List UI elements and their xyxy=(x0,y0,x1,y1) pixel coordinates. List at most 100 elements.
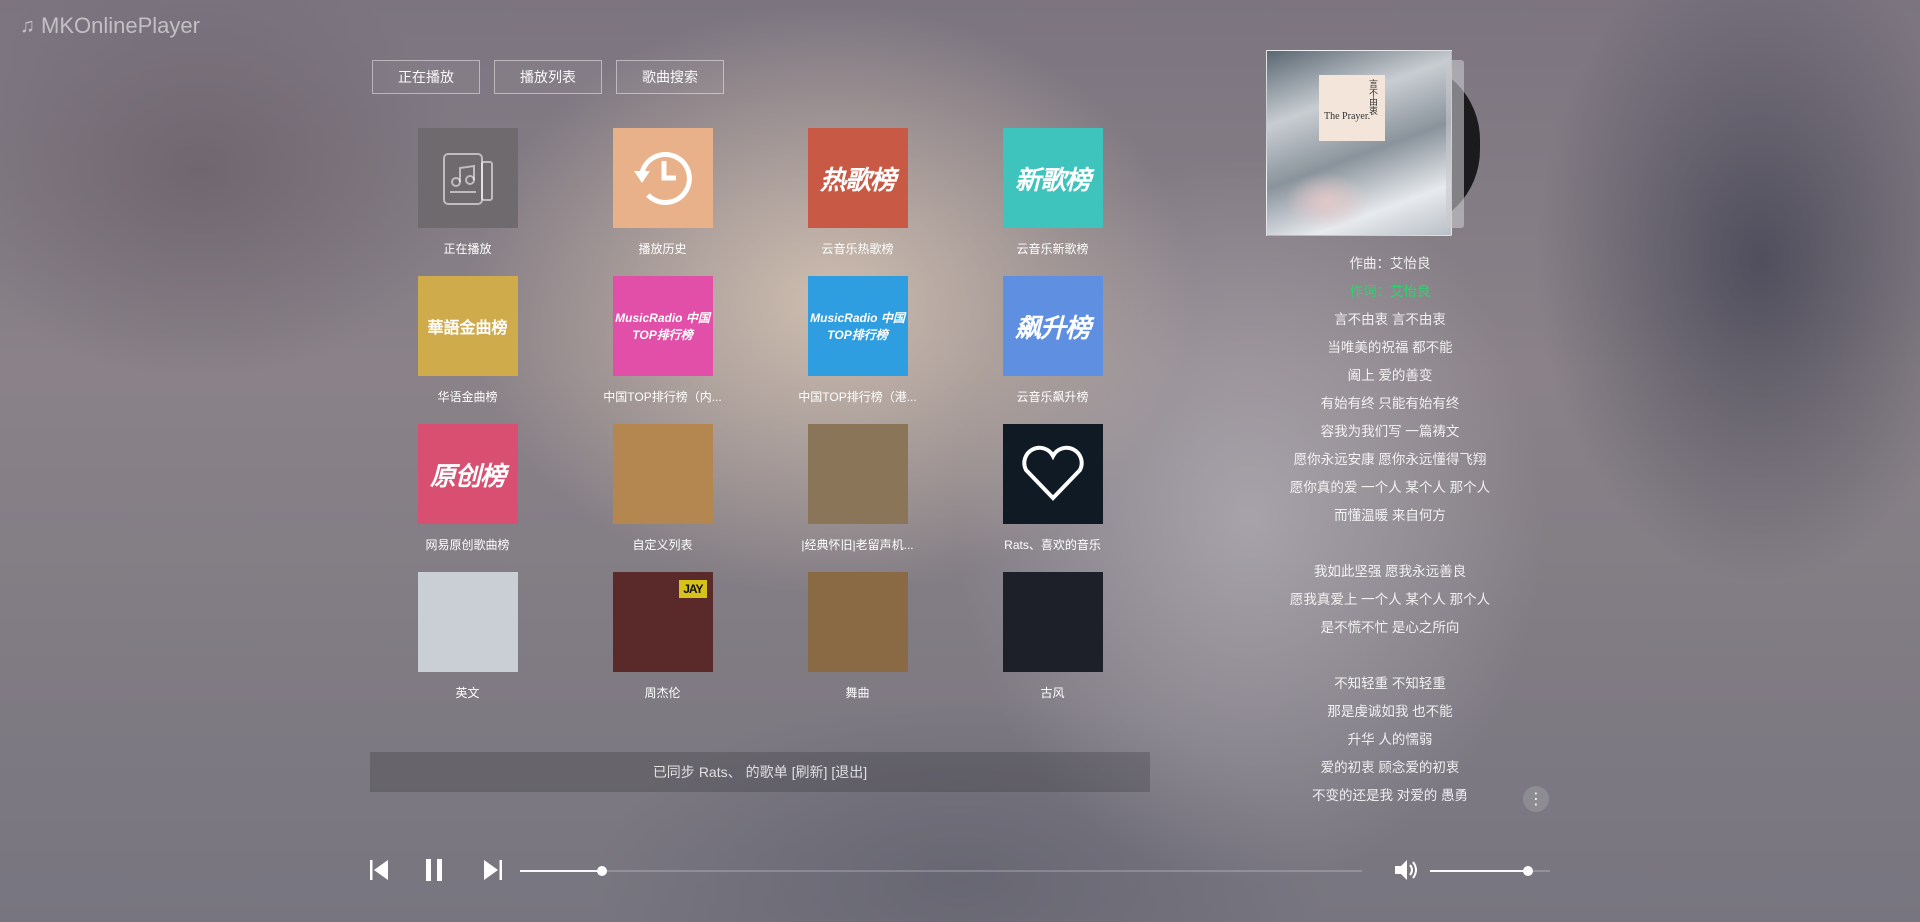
lyric-line: 愿你永远安康 愿你永远懂得飞翔 xyxy=(1293,452,1487,467)
album-cover-card: 言不由衷 The Prayer. xyxy=(1319,75,1385,141)
sync-suffix: 的歌单 xyxy=(745,764,788,780)
cover-text: 热歌榜 xyxy=(819,164,896,195)
playlist-cover xyxy=(1002,572,1103,672)
progress-slider[interactable] xyxy=(520,866,1362,876)
progress-handle[interactable] xyxy=(596,866,607,876)
cover-text: JAY xyxy=(679,580,707,598)
playlist-title: 中国TOP排行榜（港... xyxy=(798,390,917,404)
lyric-line: 有始有终 只能有始有终 xyxy=(1320,396,1460,411)
playlist-cover: MusicRadio 中国TOP排行榜 xyxy=(612,276,713,376)
pause-button[interactable] xyxy=(423,856,447,889)
lyric-line: 愿你真的爱 一个人 某个人 那个人 xyxy=(1289,480,1491,495)
playlist-title: 古风 xyxy=(1040,686,1065,700)
lyric-line: 是不慌不忙 是心之所向 xyxy=(1320,620,1460,635)
sync-status-bar: 已同步 Rats、 的歌单 [刷新] [退出] xyxy=(370,752,1150,792)
playlist-card[interactable]: 原创榜网易原创歌曲榜 xyxy=(370,424,565,553)
sync-prefix: 已同步 xyxy=(652,764,695,780)
cover-text: 華語金曲榜 xyxy=(427,320,508,337)
playlist-title: 正在播放 xyxy=(443,242,492,256)
cover-text: MusicRadio 中国TOP排行榜 xyxy=(615,311,710,342)
playlist-title: 云音乐飙升榜 xyxy=(1016,390,1089,404)
next-button[interactable] xyxy=(480,856,504,889)
music-note-list-icon xyxy=(442,153,493,205)
tab-now-playing[interactable]: 正在播放 xyxy=(372,60,480,94)
album-case-edge xyxy=(1446,60,1464,228)
playlist-card[interactable]: 華語金曲榜华语金曲榜 xyxy=(370,276,565,405)
playlist-title: |经典怀旧|老留声机... xyxy=(801,538,914,552)
playlist-cover xyxy=(417,572,518,672)
sync-user: Rats、 xyxy=(698,764,742,780)
playlist-title: 华语金曲榜 xyxy=(437,390,498,404)
lyric-line-current: 作词：艾怡良 xyxy=(1349,284,1431,299)
playlist-title: 自定义列表 xyxy=(632,538,693,552)
playlist-card[interactable]: 自定义列表 xyxy=(565,424,760,553)
tab-playlists[interactable]: 播放列表 xyxy=(494,60,602,94)
volume-icon xyxy=(1395,860,1417,880)
volume-handle[interactable] xyxy=(1523,866,1534,876)
playlist-card[interactable]: MusicRadio 中国TOP排行榜中国TOP排行榜（内... xyxy=(565,276,760,405)
cover-text: MusicRadio 中国TOP排行榜 xyxy=(810,311,905,342)
playlist-card[interactable]: 舞曲 xyxy=(760,572,955,701)
playlist-title: Rats、喜欢的音乐 xyxy=(1004,538,1101,552)
progress-fill xyxy=(520,870,602,872)
playlist-title: 播放历史 xyxy=(638,242,687,256)
playlist-title: 周杰伦 xyxy=(644,686,681,700)
album-title: The Prayer. xyxy=(1324,111,1371,122)
volume-fill xyxy=(1430,870,1529,872)
app-title: MKOnlinePlayer xyxy=(41,13,200,38)
lyric-line: 不变的还是我 对爱的 愚勇 xyxy=(1311,788,1468,803)
playlist-card[interactable]: 新歌榜 云音乐新歌榜 xyxy=(955,128,1150,257)
cover-text: 新歌榜 xyxy=(1014,164,1091,195)
history-clock-icon xyxy=(633,151,692,205)
lyric-line: 言不由衷 言不由衷 xyxy=(1334,312,1446,327)
playlist-cover xyxy=(807,424,908,524)
cover-text: 原创榜 xyxy=(429,460,506,491)
playlist-cover: JAY xyxy=(612,572,713,672)
playlist-title: 舞曲 xyxy=(845,686,870,700)
album-cover: 言不由衷 The Prayer. xyxy=(1266,50,1452,236)
heart-icon xyxy=(1021,445,1084,501)
lyric-line: 容我为我们写 一篇祷文 xyxy=(1320,424,1460,439)
player-controls xyxy=(368,856,1568,886)
lyric-line: 我如此坚强 愿我永远善良 xyxy=(1313,564,1467,579)
playlist-cover: 新歌榜 xyxy=(1002,128,1103,228)
cover-text: 飙升榜 xyxy=(1014,312,1091,343)
playlist-card[interactable]: 英文 xyxy=(370,572,565,701)
app-logo: ♫ MKOnlinePlayer xyxy=(20,13,200,39)
lyric-line: 而懂温暖 来自何方 xyxy=(1334,508,1446,523)
playlist-card[interactable]: Rats、喜欢的音乐 xyxy=(955,424,1150,553)
refresh-link[interactable]: [刷新] xyxy=(792,762,828,782)
playlist-cover xyxy=(807,572,908,672)
playlist-card[interactable]: JAY 周杰伦 xyxy=(565,572,760,701)
playlist-card[interactable]: |经典怀旧|老留声机... xyxy=(760,424,955,553)
previous-button[interactable] xyxy=(368,856,392,889)
playlist-cover: 原创榜 xyxy=(417,424,518,524)
playlist-cover: 華語金曲榜 xyxy=(417,276,518,376)
playlist-card[interactable]: 古风 xyxy=(955,572,1150,701)
lyric-line: 阖上 爱的善变 xyxy=(1347,368,1433,383)
playlist-cover: 热歌榜 xyxy=(807,128,908,228)
playlist-card[interactable]: 飙升榜 云音乐飙升榜 xyxy=(955,276,1150,405)
playlist-card[interactable]: MusicRadio 中国TOP排行榜中国TOP排行榜（港... xyxy=(760,276,955,405)
volume-slider[interactable] xyxy=(1430,866,1550,876)
logout-link[interactable]: [退出] xyxy=(831,762,867,782)
playlist-card[interactable]: 播放历史 xyxy=(565,128,760,257)
playlist-cover xyxy=(612,424,713,524)
pause-icon xyxy=(426,859,442,881)
lyrics-panel: 作曲：艾怡良 作词：艾怡良 言不由衷 言不由衷 当唯美的祝福 都不能 阖上 爱的善变 有始… xyxy=(1230,250,1550,810)
lyric-line: 愿我真爱上 一个人 某个人 那个人 xyxy=(1289,592,1491,607)
playlist-title: 网易原创歌曲榜 xyxy=(425,538,510,552)
more-options-button[interactable]: ⋮ xyxy=(1523,786,1549,812)
main-tabs: 正在播放 播放列表 歌曲搜索 xyxy=(372,60,724,94)
playlist-card[interactable]: 热歌榜 云音乐热歌榜 xyxy=(760,128,955,257)
tab-search[interactable]: 歌曲搜索 xyxy=(616,60,724,94)
playlist-card[interactable]: 正在播放 xyxy=(370,128,565,257)
playlist-cover xyxy=(612,128,713,228)
playlist-cover: MusicRadio 中国TOP排行榜 xyxy=(807,276,908,376)
skip-previous-icon xyxy=(370,860,388,880)
playlist-title: 中国TOP排行榜（内... xyxy=(603,390,722,404)
volume-button[interactable] xyxy=(1392,856,1420,889)
playlist-cover xyxy=(417,128,518,228)
skip-next-icon xyxy=(484,860,502,880)
playlist-title: 云音乐热歌榜 xyxy=(821,242,894,256)
